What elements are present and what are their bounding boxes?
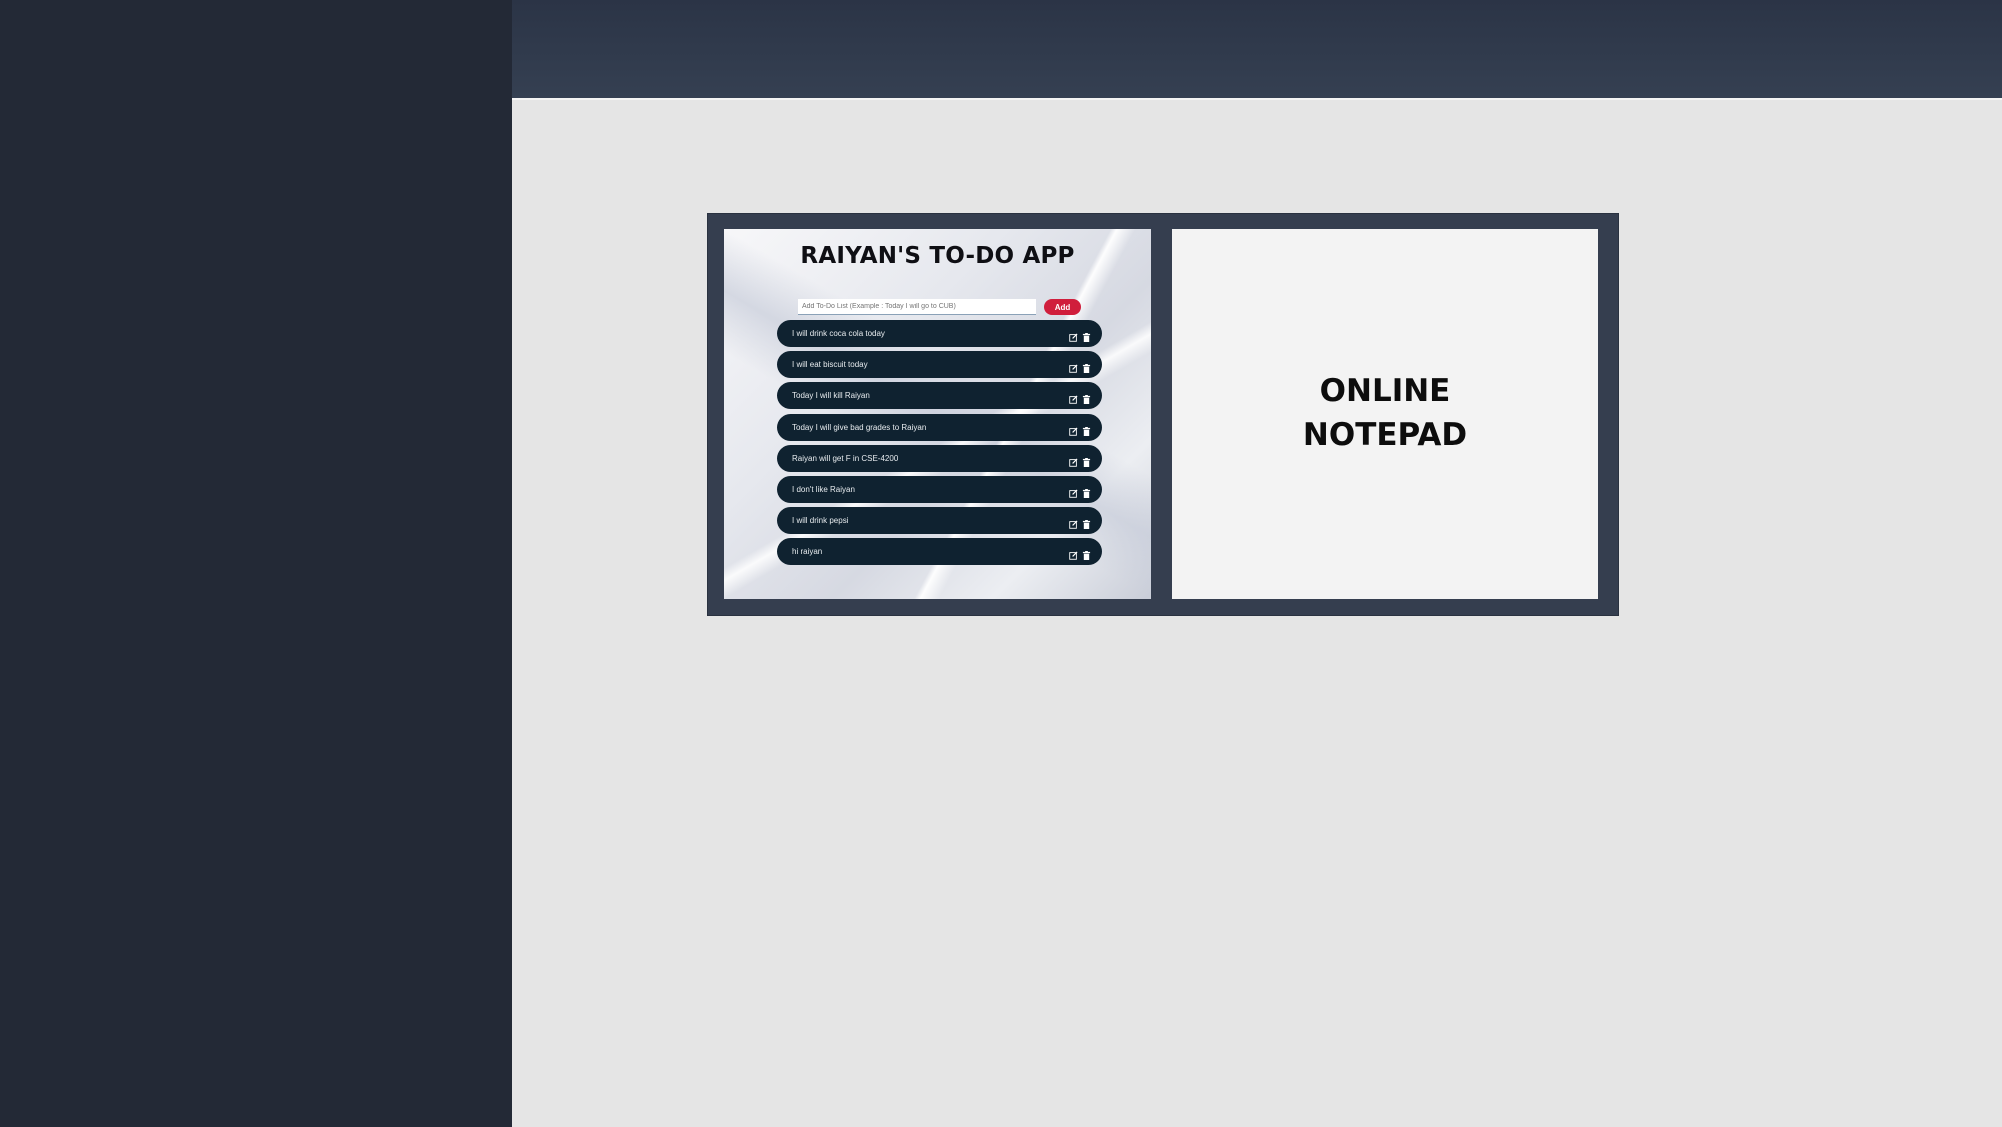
trash-icon[interactable] bbox=[1082, 547, 1091, 561]
todo-item-text: I will eat biscuit today bbox=[792, 360, 868, 370]
trash-icon[interactable] bbox=[1082, 423, 1091, 436]
edit-icon[interactable] bbox=[1069, 329, 1078, 342]
trash-icon[interactable] bbox=[1082, 454, 1091, 467]
todo-list: I will drink coca cola today I will eat … bbox=[777, 320, 1102, 570]
todo-item[interactable]: I will eat biscuit today bbox=[777, 351, 1102, 379]
todo-item-text: I will drink coca cola today bbox=[792, 329, 885, 338]
todo-item[interactable]: Today I will give bad grades to Raiyan bbox=[777, 413, 1102, 441]
sidebar bbox=[0, 0, 512, 1127]
todo-app-preview-card[interactable]: RAIYAN'S TO-DO APP Add I will drink coca… bbox=[724, 229, 1151, 599]
trash-icon[interactable] bbox=[1082, 360, 1091, 374]
trash-icon[interactable] bbox=[1082, 516, 1091, 530]
todo-item-text: hi raiyan bbox=[792, 547, 823, 557]
todo-item-text: Today I will kill Raiyan bbox=[792, 391, 870, 401]
todo-input[interactable] bbox=[798, 299, 1036, 315]
add-button[interactable]: Add bbox=[1044, 299, 1081, 315]
top-header-bar bbox=[512, 0, 2002, 100]
edit-icon[interactable] bbox=[1069, 360, 1078, 373]
edit-icon[interactable] bbox=[1069, 485, 1078, 498]
todo-item-text: I will drink pepsi bbox=[792, 516, 849, 526]
edit-icon[interactable] bbox=[1069, 454, 1078, 467]
trash-icon[interactable] bbox=[1082, 391, 1091, 405]
online-notepad-preview-card[interactable]: ONLINE NOTEPAD bbox=[1172, 229, 1598, 599]
trash-icon[interactable] bbox=[1082, 329, 1091, 342]
todo-item[interactable]: I will drink pepsi bbox=[777, 507, 1102, 535]
todo-item-text: Today I will give bad grades to Raiyan bbox=[792, 422, 927, 432]
todo-item-text: Raiyan will get F in CSE-4200 bbox=[792, 453, 899, 463]
edit-icon[interactable] bbox=[1069, 516, 1078, 529]
todo-item[interactable]: hi raiyan bbox=[777, 538, 1102, 566]
todo-app-title: RAIYAN'S TO-DO APP bbox=[800, 243, 1075, 269]
todo-item[interactable]: I will drink coca cola today bbox=[777, 320, 1102, 347]
trash-icon[interactable] bbox=[1082, 485, 1091, 498]
todo-item-text: I don't like Raiyan bbox=[792, 484, 855, 494]
todo-item[interactable]: Today I will kill Raiyan bbox=[777, 382, 1102, 410]
edit-icon[interactable] bbox=[1069, 547, 1078, 561]
notepad-title: ONLINE NOTEPAD bbox=[1302, 373, 1468, 453]
todo-item[interactable]: I don't like Raiyan bbox=[777, 475, 1102, 503]
edit-icon[interactable] bbox=[1069, 391, 1078, 405]
edit-icon[interactable] bbox=[1069, 423, 1078, 436]
todo-item[interactable]: Raiyan will get F in CSE-4200 bbox=[777, 444, 1102, 472]
